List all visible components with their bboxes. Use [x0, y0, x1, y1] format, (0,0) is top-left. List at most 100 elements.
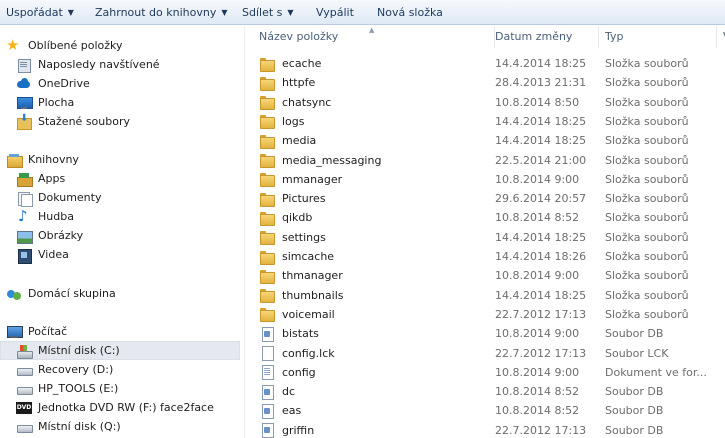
- file-row[interactable]: bistats 10.8.2014 9:00 Soubor DB: [245, 324, 725, 343]
- nav-drive-e[interactable]: HP_TOOLS (E:): [0, 379, 240, 398]
- file-row[interactable]: media_messaging 22.5.2014 21:00 Složka sou…: [245, 151, 725, 170]
- nav-homegroup[interactable]: Domácí skupina: [0, 284, 240, 303]
- file-row[interactable]: logs 14.4.2014 18:25 Složka souborů: [245, 112, 725, 131]
- file-row[interactable]: simcache 14.4.2014 18:26 Složka souborů: [245, 247, 725, 266]
- nav-label: Jednotka DVD RW (F:) face2face: [38, 401, 214, 414]
- nav-videos[interactable]: Videa: [0, 245, 240, 264]
- folder-icon: [259, 134, 275, 149]
- nav-onedrive[interactable]: OneDrive: [0, 74, 240, 93]
- file-date: 22.7.2012 17:13: [495, 346, 587, 360]
- organize-button[interactable]: Uspořádat ▼: [6, 0, 74, 25]
- folder-icon: [259, 288, 275, 304]
- videos-icon: [16, 248, 32, 264]
- file-row[interactable]: voicemail 22.7.2012 17:13 Složka souborů: [245, 305, 725, 324]
- column-header-size[interactable]: Ve: [717, 26, 725, 48]
- file-date: 22.7.2012 17:13: [495, 307, 587, 321]
- nav-apps[interactable]: Apps: [0, 169, 240, 188]
- file-type: Složka souborů: [605, 57, 689, 70]
- documents-icon: [16, 191, 33, 207]
- file-name: logs: [282, 114, 305, 128]
- file-name: griffin: [282, 423, 315, 437]
- file-row[interactable]: Pictures 29.6.2014 20:57 Složka souborů: [245, 189, 725, 208]
- file-type: Složka souborů: [605, 95, 689, 109]
- file-row[interactable]: griffin 22.7.2012 17:13 Soubor DB: [245, 421, 725, 438]
- file-date: 10.8.2014 8:52: [495, 385, 580, 399]
- nav-label: Počítač: [28, 325, 68, 338]
- nav-favorites[interactable]: Oblíbené položky: [0, 36, 240, 55]
- libraries-icon: [6, 153, 23, 168]
- file-name-cell: httpfe: [259, 73, 491, 92]
- lck-file-icon: [259, 346, 275, 361]
- music-icon: [16, 207, 32, 225]
- file-name-cell: thmanager: [259, 266, 491, 285]
- file-row[interactable]: config 10.8.2014 9:00 Dokument ve for...: [245, 363, 725, 382]
- nav-desktop[interactable]: Plocha: [0, 93, 240, 112]
- nav-pictures[interactable]: Obrázky: [0, 226, 240, 245]
- cloud-icon: [16, 77, 32, 91]
- file-name-cell: config: [259, 363, 491, 382]
- file-name-cell: chatsync: [259, 93, 491, 112]
- nav-label: Domácí skupina: [28, 287, 116, 300]
- file-type: Složka souborů: [605, 307, 689, 321]
- file-name-cell: dc: [259, 382, 491, 401]
- new-folder-label: Nová složka: [377, 5, 443, 19]
- nav-documents[interactable]: Dokumenty: [0, 188, 240, 207]
- file-row[interactable]: chatsync 10.8.2014 8:50 Složka souborů: [245, 93, 725, 112]
- nav-drive-q[interactable]: Místní disk (Q:): [0, 417, 240, 436]
- column-header-label: Datum změny: [495, 30, 573, 43]
- file-row[interactable]: thmanager 10.8.2014 9:00 Složka souborů: [245, 266, 725, 285]
- column-header-date[interactable]: Datum změny: [489, 26, 599, 48]
- organize-label: Uspořádat: [6, 5, 63, 19]
- file-date: 22.5.2014 21:00: [495, 153, 587, 167]
- file-row[interactable]: media 14.4.2014 18:25 Složka souborů: [245, 131, 725, 150]
- file-row[interactable]: qikdb 10.8.2014 8:52 Složka souborů: [245, 208, 725, 227]
- nav-label: Místní disk (Q:): [38, 420, 121, 433]
- column-header-row: Název položky ▲ Datum změny Typ Ve: [245, 26, 725, 48]
- chevron-down-icon: ▼: [221, 7, 228, 17]
- file-type: Složka souborů: [605, 153, 689, 167]
- file-name-cell: eas: [259, 401, 491, 420]
- nav-recent-places[interactable]: Naposledy navštívené: [0, 55, 240, 74]
- file-date: 10.8.2014 8:52: [495, 211, 580, 225]
- file-row[interactable]: mmanager 10.8.2014 9:00 Složka souborů: [245, 170, 725, 189]
- file-name-cell: bistats: [259, 324, 491, 343]
- file-row[interactable]: settings 14.4.2014 18:25 Složka souborů: [245, 228, 725, 247]
- file-row[interactable]: thumbnails 14.4.2014 18:25 Složka souborů: [245, 286, 725, 305]
- file-row[interactable]: ecache 14.4.2014 18:25 Složka souborů: [245, 54, 725, 73]
- file-row[interactable]: eas 10.8.2014 8:52 Soubor DB: [245, 401, 725, 420]
- nav-downloads[interactable]: Stažené soubory: [0, 112, 240, 131]
- nav-libraries[interactable]: Knihovny: [0, 150, 240, 169]
- column-header-type[interactable]: Typ: [599, 26, 717, 48]
- file-name: media: [282, 134, 317, 148]
- file-name: httpfe: [282, 76, 316, 90]
- file-row[interactable]: dc 10.8.2014 8:52 Soubor DB: [245, 382, 725, 401]
- star-icon: [6, 36, 22, 54]
- file-name-cell: thumbnails: [259, 286, 491, 305]
- nav-drive-f[interactable]: Jednotka DVD RW (F:) face2face: [0, 398, 240, 417]
- file-type: Složka souborů: [605, 250, 689, 263]
- share-with-label: Sdílet s: [242, 5, 283, 19]
- nav-drive-d[interactable]: Recovery (D:): [0, 360, 240, 379]
- file-date: 10.8.2014 9:00: [495, 327, 580, 341]
- file-type: Soubor DB: [605, 404, 664, 418]
- file-row[interactable]: httpfe 28.4.2013 21:31 Složka souborů: [245, 73, 725, 92]
- file-name: config: [282, 365, 316, 379]
- burn-button[interactable]: Vypálit: [316, 0, 354, 25]
- drive-icon: [16, 363, 33, 377]
- file-name: chatsync: [282, 95, 332, 109]
- nav-computer[interactable]: Počítač: [0, 322, 240, 341]
- nav-music[interactable]: Hudba: [0, 207, 240, 226]
- file-type: Složka souborů: [605, 172, 689, 186]
- include-in-library-button[interactable]: Zahrnout do knihovny ▼: [95, 0, 228, 25]
- downloads-icon: [16, 113, 32, 130]
- nav-label: Apps: [38, 172, 66, 185]
- folder-icon: [259, 114, 275, 130]
- share-with-button[interactable]: Sdílet s ▼: [242, 0, 294, 25]
- file-name: qikdb: [282, 211, 313, 225]
- nav-label: HP_TOOLS (E:): [38, 382, 119, 395]
- file-type: Soubor DB: [605, 385, 664, 399]
- file-date: 10.8.2014 9:00: [495, 172, 580, 186]
- nav-drive-c[interactable]: Místní disk (C:): [0, 341, 240, 360]
- new-folder-button[interactable]: Nová složka: [377, 0, 443, 25]
- file-row[interactable]: config.lck 22.7.2012 17:13 Soubor LCK: [245, 344, 725, 363]
